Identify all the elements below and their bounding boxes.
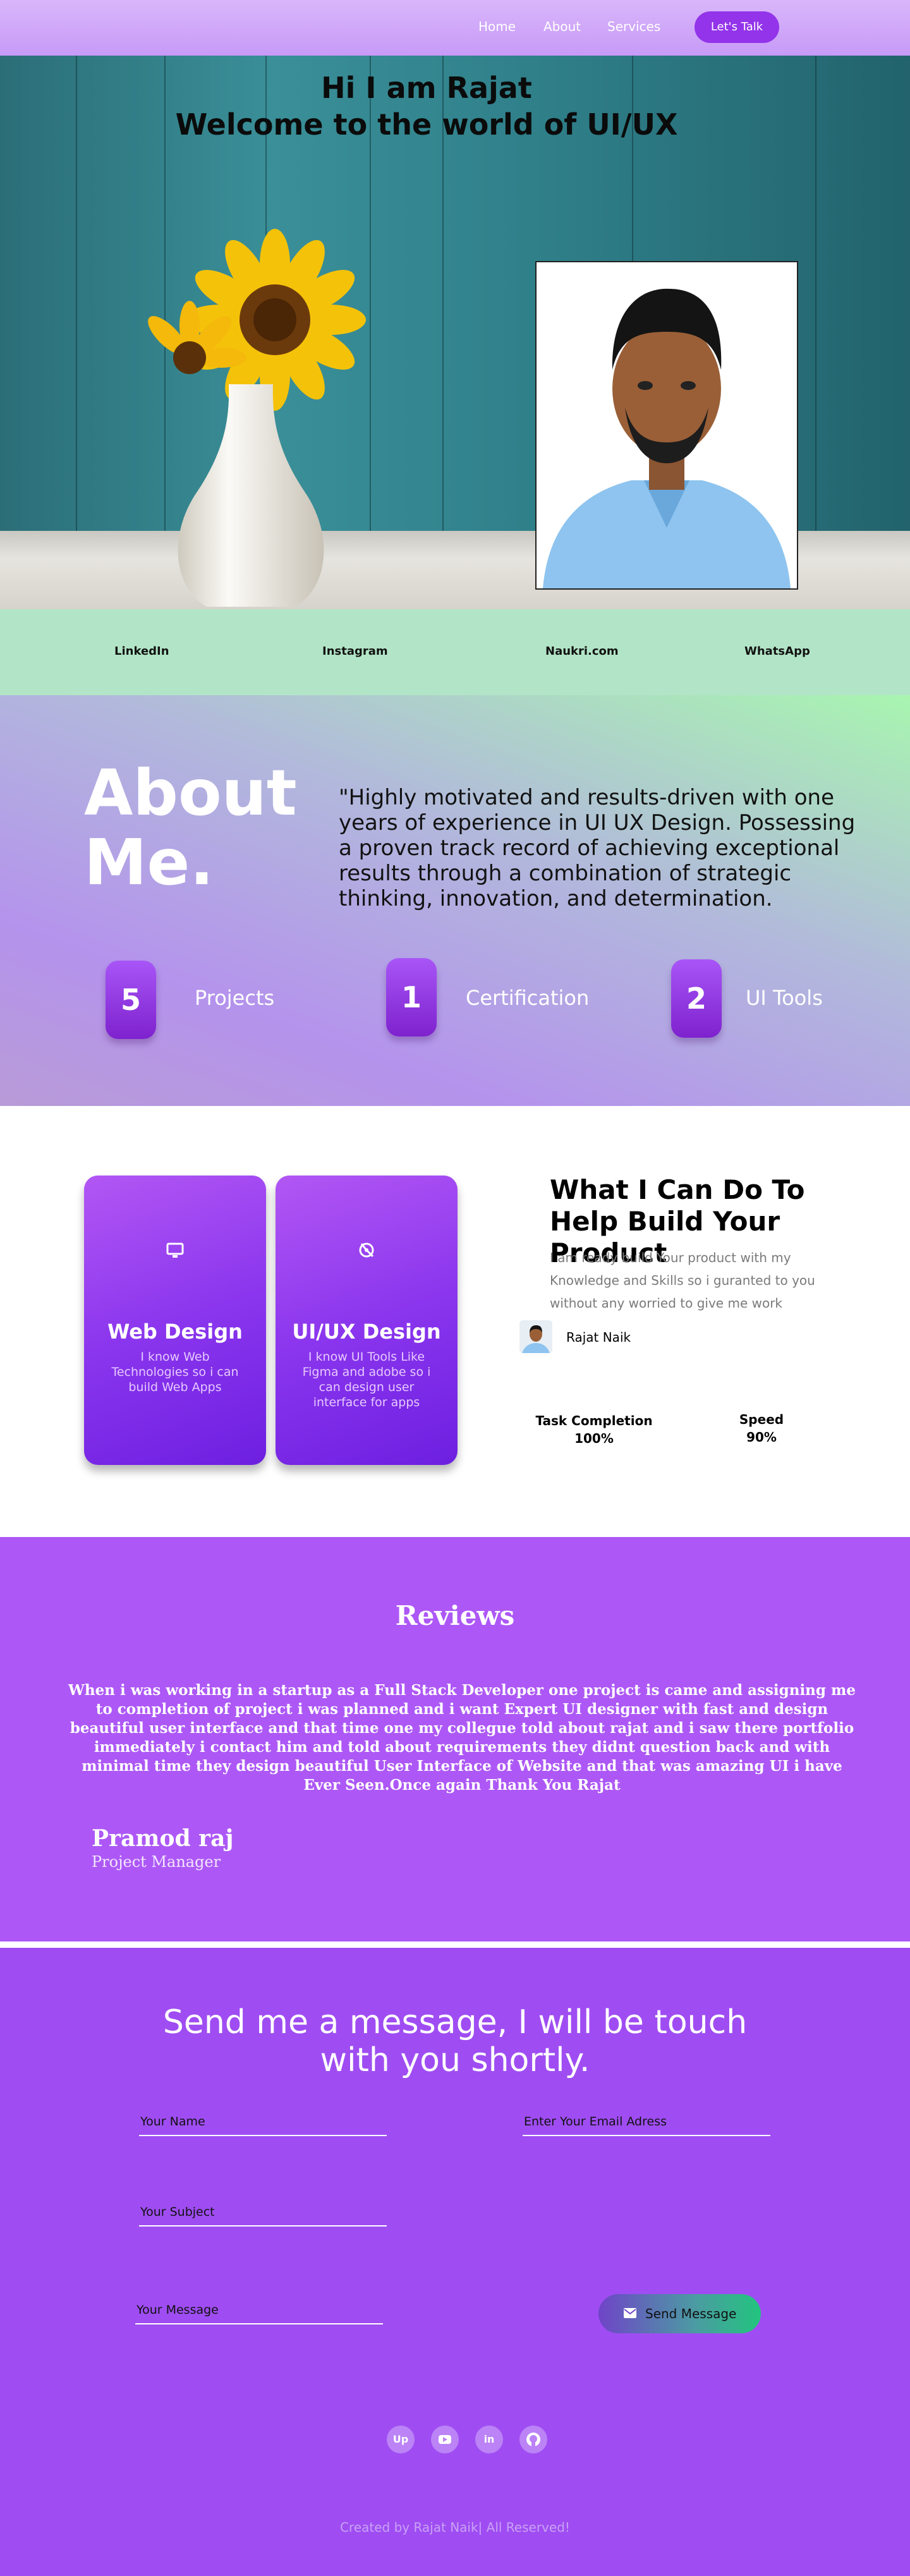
lets-talk-button[interactable]: Let's Talk	[695, 11, 779, 43]
nav-home-link[interactable]: Home	[478, 19, 516, 34]
service-card-title: UI/UX Design	[292, 1320, 441, 1344]
email-field-placeholder: Enter Your Email Adress	[524, 2115, 667, 2129]
contact-heading: Send me a message, I will be touch with …	[162, 2003, 748, 2079]
send-message-button[interactable]: Send Message	[598, 2294, 761, 2333]
avatar	[519, 1320, 552, 1353]
stat-certification-value: 1	[386, 958, 437, 1036]
stat-certification-label: Certification	[466, 986, 590, 1010]
profile-photo	[535, 261, 798, 590]
author-avatar-image	[519, 1320, 552, 1353]
reviewer-name: Pramod raj	[92, 1825, 234, 1852]
linkedin-link[interactable]: LinkedIn	[114, 645, 169, 658]
send-message-label: Send Message	[645, 2306, 737, 2321]
review-quote: When i was working in a startup as a Ful…	[68, 1682, 856, 1794]
nav-services-link[interactable]: Services	[607, 19, 660, 34]
stat-tools-value: 2	[671, 959, 722, 1038]
metric-label: Speed	[739, 1412, 784, 1427]
about-section: About Me. "Highly motivated and results-…	[0, 695, 910, 1106]
nav-about-link[interactable]: About	[543, 19, 581, 34]
wood-plank-line	[76, 56, 77, 531]
about-heading: About Me.	[84, 758, 297, 897]
hero-section: Hi I am Rajat Welcome to the world of UI…	[0, 56, 910, 609]
upwork-icon[interactable]: Up	[387, 2426, 415, 2453]
metric-value: 90%	[746, 1430, 777, 1445]
metric-label: Task Completion	[535, 1413, 653, 1428]
about-description: "Highly motivated and results-driven wit…	[339, 785, 856, 911]
name-field[interactable]: Your Name	[139, 2107, 387, 2136]
stat-tools-label: UI Tools	[746, 986, 823, 1010]
metric-value: 100%	[574, 1431, 614, 1446]
services-section: Web Design I know Web Technologies so i …	[0, 1106, 910, 1537]
services-description: I am ready build Your product with my Kn…	[550, 1250, 815, 1311]
monitor-icon	[166, 1242, 184, 1258]
envelope-icon	[624, 2308, 636, 2318]
linkedin-icon[interactable]: in	[475, 2426, 503, 2453]
vase-image	[178, 384, 324, 607]
service-card-title: Web Design	[107, 1320, 243, 1344]
wood-plank-line	[815, 56, 816, 531]
youtube-icon-glyph	[439, 2435, 451, 2444]
github-icon-glyph	[526, 2433, 540, 2446]
service-card-text: I know UI Tools Like Figma and adobe so …	[302, 1350, 431, 1409]
whatsapp-link[interactable]: WhatsApp	[744, 645, 810, 658]
author-name: Rajat Naik	[566, 1330, 631, 1345]
name-field-placeholder: Your Name	[140, 2115, 205, 2129]
subject-field-placeholder: Your Subject	[140, 2205, 215, 2219]
message-field[interactable]: Your Message	[135, 2295, 383, 2324]
subject-field[interactable]: Your Subject	[139, 2197, 387, 2227]
metric-speed: Speed 90%	[727, 1411, 796, 1446]
social-links-strip: LinkedIn Instagram Naukri.com WhatsApp	[0, 609, 910, 695]
stat-projects-label: Projects	[195, 986, 275, 1010]
about-heading-line1: About	[84, 756, 297, 830]
stat-projects-value: 5	[106, 961, 156, 1039]
message-field-placeholder: Your Message	[136, 2303, 219, 2317]
about-heading-line2: Me.	[84, 825, 214, 899]
reviewer-role: Project Manager	[92, 1853, 221, 1871]
github-icon[interactable]	[519, 2426, 547, 2453]
instagram-link[interactable]: Instagram	[322, 645, 388, 658]
service-card-uiux-design[interactable]: UI/UX Design I know UI Tools Like Figma …	[276, 1176, 458, 1465]
service-card-text: I know Web Technologies so i can build W…	[111, 1350, 239, 1394]
person-portrait-image	[537, 262, 797, 588]
email-field[interactable]: Enter Your Email Adress	[523, 2107, 770, 2136]
youtube-icon[interactable]	[431, 2426, 459, 2453]
naukri-link[interactable]: Naukri.com	[545, 645, 619, 658]
hero-greeting: Hi I am Rajat	[321, 71, 532, 105]
section-divider	[0, 1941, 910, 1948]
top-navbar: Home About Services Let's Talk	[0, 0, 910, 56]
reviews-heading: Reviews	[395, 1600, 515, 1631]
service-card-web-design[interactable]: Web Design I know Web Technologies so i …	[84, 1176, 266, 1465]
contact-section: Send me a message, I will be touch with …	[0, 1948, 910, 2576]
hero-welcome: Welcome to the world of UI/UX	[175, 107, 678, 142]
footer-copyright: Created by Rajat Naik| All Reserved!	[340, 2520, 570, 2535]
pen-tool-icon	[359, 1242, 374, 1258]
metric-task-completion: Task Completion 100%	[531, 1412, 657, 1447]
reviews-section: Reviews When i was working in a startup …	[0, 1537, 910, 1941]
